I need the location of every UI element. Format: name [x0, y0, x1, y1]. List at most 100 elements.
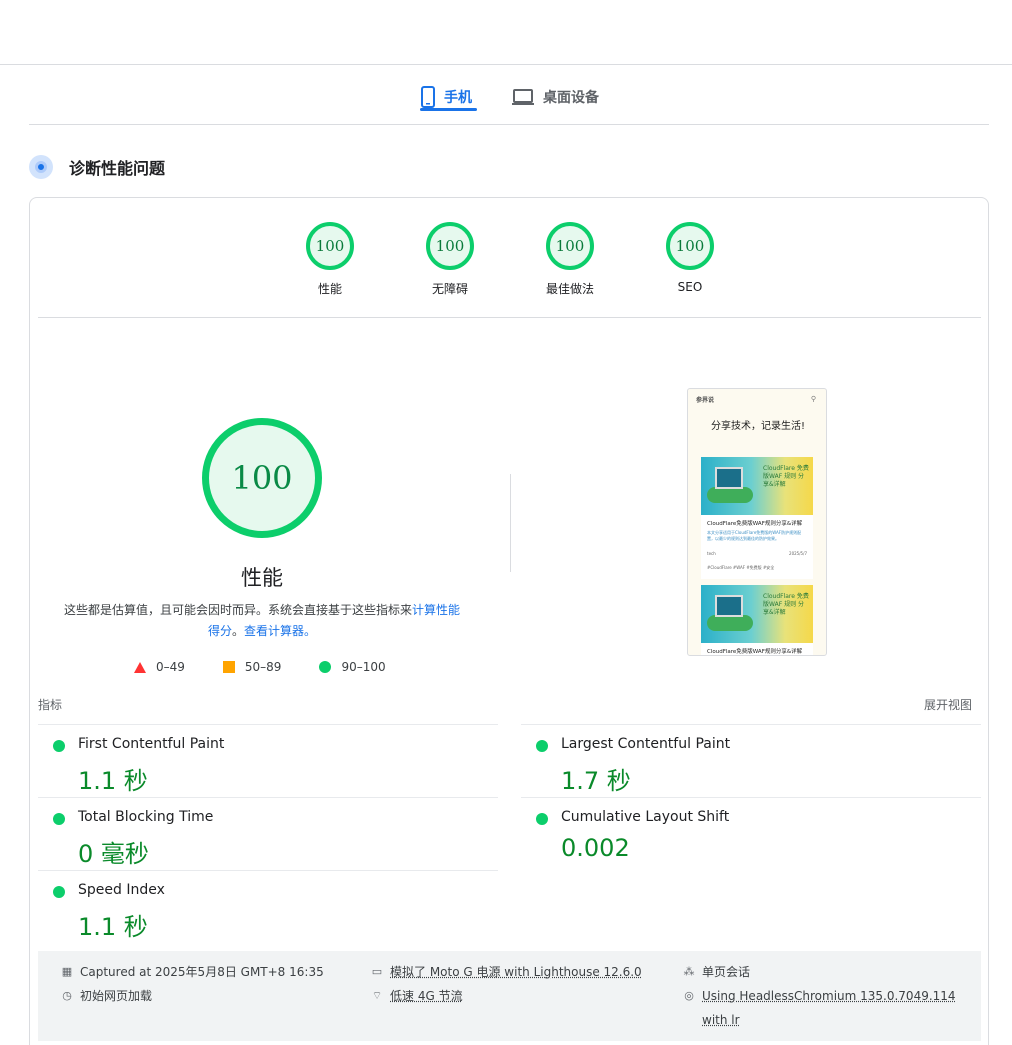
metric-fcp: First Contentful Paint 1.1 秒 — [38, 725, 498, 797]
description-separator: 。 — [231, 624, 244, 638]
session-item: ⁂ 单页会话 — [682, 965, 751, 984]
performance-title: 性能 — [241, 566, 283, 590]
post-title: CloudFlare免费版WAF规则分享&详解 — [707, 649, 803, 655]
throttling-item: ⌔ 低速 4G 节流 — [370, 989, 463, 1008]
devices-icon: ▭ — [371, 965, 383, 978]
metric-value: 1.7 秒 — [561, 767, 631, 795]
metric-value: 0.002 — [561, 834, 630, 862]
runtime-settings: ▦ Captured at 2025年5月8日 GMT+8 16:35 ◷ 初始… — [38, 951, 981, 1041]
gauge-label: 性能 — [317, 282, 342, 296]
site-logo: 参界说 — [696, 397, 715, 404]
lab-data-icon — [29, 155, 53, 179]
triangle-icon — [134, 661, 146, 673]
tab-mobile-label: 手机 — [444, 90, 472, 106]
post-thumbnail: CloudFlare 免费版WAF 规则 分享&详解 — [701, 457, 813, 515]
phone-icon — [421, 86, 435, 108]
gauge-label: 无障碍 — [431, 282, 468, 296]
gauge-label: 最佳做法 — [545, 282, 594, 296]
vertical-divider — [510, 474, 511, 572]
session-text: 单页会话 — [702, 965, 751, 979]
pass-circle-icon — [536, 740, 548, 752]
metric-cls: Cumulative Layout Shift 0.002 — [521, 798, 981, 870]
pass-circle-icon — [53, 886, 65, 898]
metric-value: 1.1 秒 — [78, 767, 148, 795]
device-tabs: 手机 桌面设备 — [0, 66, 1012, 124]
post-thumbnail: CloudFlare 免费版WAF 规则 分享&详解 — [701, 585, 813, 643]
post-meta: tech 2025/5/7 — [707, 551, 807, 556]
pass-circle-icon — [536, 813, 548, 825]
post-card: CloudFlare 免费版WAF 规则 分享&详解 CloudFlare免费版… — [701, 585, 813, 655]
laptop-icon — [512, 89, 534, 105]
gauge-score: 100 — [546, 222, 594, 270]
emulation-item: ▭ 模拟了 Moto G 电源 with Lighthouse 12.6.0 — [370, 965, 642, 984]
timer-icon: ◷ — [62, 989, 72, 1002]
post-date: 2025/5/7 — [789, 551, 807, 556]
post-title: CloudFlare免费版WAF规则分享&详解 — [707, 521, 803, 527]
legend-item-average: 50–89 — [222, 660, 281, 674]
tab-desktop-label: 桌面设备 — [543, 90, 599, 106]
performance-description: 这些都是估算值，且可能会因时而异。系统会直接基于这些指标来计算性能得分。查看计算… — [58, 600, 466, 642]
tab-mobile[interactable]: 手机 — [420, 74, 472, 120]
calendar-icon: ▦ — [61, 965, 73, 978]
metric-name: Total Blocking Time — [78, 809, 214, 825]
emulation-text[interactable]: 模拟了 Moto G 电源 with Lighthouse 12.6.0 — [390, 960, 642, 984]
metric-name: Largest Contentful Paint — [561, 736, 731, 752]
active-tab-indicator — [420, 108, 477, 111]
session-icon: ⁂ — [683, 965, 695, 978]
post-excerpt: 本文分享适用于CloudFlare免费版的WAF防护规则配置，以最少的规则达到最… — [707, 530, 802, 541]
post-card: CloudFlare 免费版WAF 规则 分享&详解 CloudFlare免费版… — [701, 457, 813, 579]
performance-score-gauge: 100 — [202, 418, 322, 538]
post-tags: #CloudFlare #WAF #免费版 #安全 — [707, 565, 775, 570]
legend-item-pass: 90–100 — [319, 660, 386, 674]
gauge-performance[interactable]: 100 性能 — [280, 222, 380, 297]
pass-circle-icon — [53, 740, 65, 752]
metric-name: Cumulative Layout Shift — [561, 809, 730, 825]
search-icon: ⚲ — [810, 395, 816, 403]
site-slogan: 分享技术，记录生活! — [710, 421, 805, 432]
legend-range: 0–49 — [156, 660, 185, 674]
final-screenshot[interactable]: 参界说 ⚲ 分享技术，记录生活! CloudFlare 免费版WAF 规则 分享… — [687, 388, 827, 656]
gauge-label: SEO — [677, 280, 703, 294]
metrics-header: 指标 展开视图 — [38, 696, 972, 713]
metric-value: 0 毫秒 — [78, 840, 149, 868]
gauge-score: 100 — [306, 222, 354, 270]
legend-range: 90–100 — [341, 660, 386, 674]
diagnose-title: 诊断性能问题 — [69, 159, 166, 178]
load-type-text: 初始网页加载 — [80, 989, 153, 1003]
browser-item: ◎ Using HeadlessChromium 135.0.7049.114 … — [682, 989, 972, 1032]
report-card: 100 性能 100 无障碍 100 最佳做法 100 SEO 100 性能 这… — [29, 197, 989, 1045]
description-text: 这些都是估算值，且可能会因时而异。系统会直接基于这些指标来 — [63, 603, 412, 617]
calculator-link[interactable]: 查看计算器。 — [244, 624, 316, 638]
thumbnail-text: CloudFlare 免费版WAF 规则 分享&详解 — [763, 593, 809, 616]
diagnose-header: 诊断性能问题 — [29, 155, 165, 179]
chrome-icon: ◎ — [684, 989, 694, 1002]
circle-icon — [319, 661, 332, 673]
metrics-title: 指标 — [38, 698, 63, 712]
throttling-text[interactable]: 低速 4G 节流 — [390, 984, 463, 1008]
top-divider — [0, 64, 1012, 65]
metric-speed-index: Speed Index 1.1 秒 — [38, 871, 498, 943]
thumbnail-text: CloudFlare 免费版WAF 规则 分享&详解 — [763, 465, 809, 488]
tab-desktop[interactable]: 桌面设备 — [511, 74, 599, 120]
metric-lcp: Largest Contentful Paint 1.7 秒 — [521, 725, 981, 797]
gauge-score: 100 — [666, 222, 714, 270]
metric-value: 1.1 秒 — [78, 913, 148, 941]
expand-view-toggle[interactable]: 展开视图 — [924, 696, 972, 713]
square-icon — [222, 661, 235, 673]
captured-text: Captured at 2025年5月8日 GMT+8 16:35 — [80, 965, 324, 979]
gauge-best-practices[interactable]: 100 最佳做法 — [520, 222, 620, 297]
gauge-score: 100 — [426, 222, 474, 270]
score-legend: 0–49 50–89 90–100 — [134, 660, 424, 674]
tabs-divider — [29, 124, 989, 125]
pass-circle-icon — [53, 813, 65, 825]
browser-text[interactable]: Using HeadlessChromium 135.0.7049.114 wi… — [702, 984, 972, 1032]
metric-name: First Contentful Paint — [78, 736, 225, 752]
post-category: tech — [707, 551, 716, 556]
network-icon: ⌔ — [371, 989, 383, 1002]
gauge-accessibility[interactable]: 100 无障碍 — [400, 222, 500, 297]
metric-name: Speed Index — [78, 882, 165, 898]
load-type-item: ◷ 初始网页加载 — [60, 989, 152, 1008]
legend-item-fail: 0–49 — [134, 660, 185, 674]
captured-item: ▦ Captured at 2025年5月8日 GMT+8 16:35 — [60, 965, 324, 984]
gauge-seo[interactable]: 100 SEO — [640, 222, 740, 294]
